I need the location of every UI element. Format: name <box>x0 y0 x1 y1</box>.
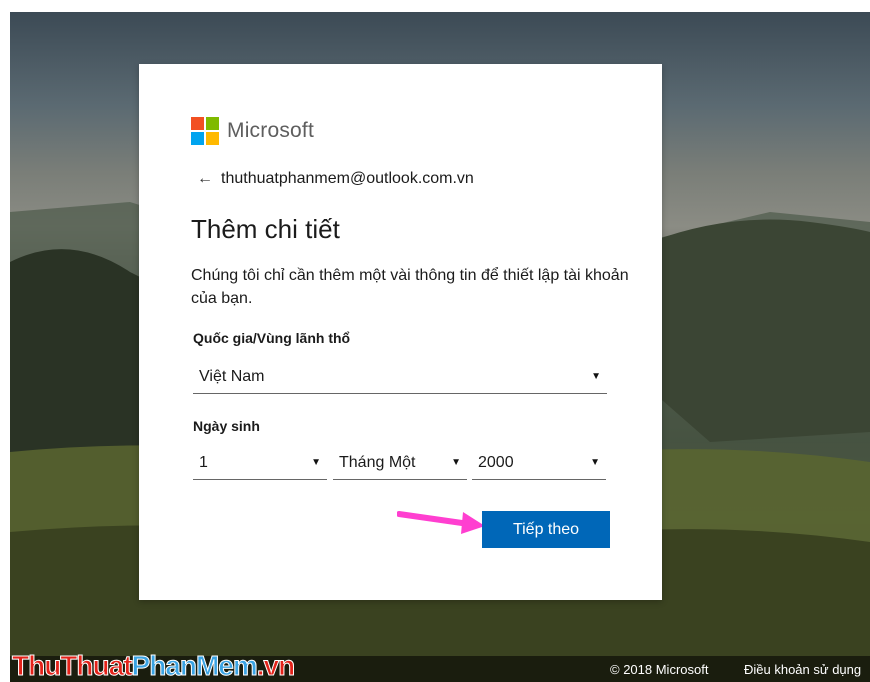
arrow-left-icon[interactable]: ← <box>197 170 213 188</box>
annotation-arrow-icon <box>397 511 485 534</box>
logo-square-yellow <box>206 132 219 145</box>
birth-day-select[interactable]: 1 ▼ <box>193 446 327 480</box>
page-description: Chúng tôi chỉ cần thêm một vài thông tin… <box>191 267 629 307</box>
birth-month-select[interactable]: Tháng Một ▼ <box>333 446 467 480</box>
country-value: Việt Nam <box>199 367 265 385</box>
watermark-part1: ThuThuat <box>12 650 134 682</box>
birth-month-value: Tháng Một <box>339 453 416 471</box>
signin-card: Microsoft ← thuthuatphanmem@outlook.com.… <box>139 64 662 600</box>
birth-year-select[interactable]: 2000 ▼ <box>472 446 606 480</box>
back-to-email[interactable]: ← thuthuatphanmem@outlook.com.vn <box>197 170 474 188</box>
logo-square-red <box>191 117 204 130</box>
microsoft-logo: Microsoft <box>191 117 314 145</box>
copyright-text: © 2018 Microsoft <box>610 662 709 677</box>
logo-square-green <box>206 117 219 130</box>
chevron-down-icon: ▼ <box>590 457 600 468</box>
logo-square-blue <box>191 132 204 145</box>
chevron-down-icon: ▼ <box>451 457 461 468</box>
watermark-logo: ThuThuatPhanMem.vn <box>12 650 296 682</box>
account-email: thuthuatphanmem@outlook.com.vn <box>221 170 474 187</box>
microsoft-logo-icon <box>191 117 219 145</box>
page-title: Thêm chi tiết <box>191 214 340 244</box>
brand-name: Microsoft <box>227 119 314 142</box>
country-select[interactable]: Việt Nam ▼ <box>193 360 607 394</box>
watermark-part2: PhanMem <box>131 650 258 682</box>
chevron-down-icon: ▼ <box>311 457 321 468</box>
terms-link[interactable]: Điều khoản sử dụng <box>744 662 861 677</box>
birthdate-label: Ngày sinh <box>193 418 260 434</box>
watermark-part3: .vn <box>256 650 295 682</box>
birth-year-value: 2000 <box>478 453 514 471</box>
next-button[interactable]: Tiếp theo <box>482 511 610 548</box>
chevron-down-icon: ▼ <box>591 371 601 382</box>
birth-day-value: 1 <box>199 453 208 471</box>
country-label: Quốc gia/Vùng lãnh thổ <box>193 330 351 346</box>
